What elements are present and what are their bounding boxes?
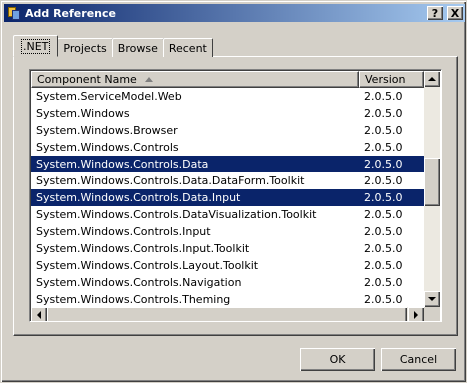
version-cell: 2.0.5.0 [364, 241, 403, 255]
window-title: Add Reference [25, 6, 116, 20]
version-cell: 2.0.5.0 [364, 225, 403, 239]
component-name-cell: System.Windows.Browser [36, 123, 178, 137]
component-name-cell: System.Windows.Controls.Data [36, 157, 209, 171]
column-header-component-name[interactable]: Component Name [31, 71, 359, 88]
version-cell: 2.0.5.0 [364, 191, 403, 205]
tab-strip: .NET Projects Browse Recent [13, 35, 213, 57]
scroll-left-button[interactable] [31, 307, 47, 321]
version-cell: 2.0.5.0 [364, 123, 403, 137]
arrow-right-icon [414, 311, 418, 319]
version-cell: 2.0.5.0 [364, 140, 403, 154]
component-name-cell: System.Windows.Controls.Theming [36, 292, 231, 306]
list-item[interactable]: System.Windows.Controls.Data.DataForm.To… [31, 172, 424, 189]
version-cell: 2.0.5.0 [364, 292, 403, 306]
vertical-scroll-thumb[interactable] [424, 158, 440, 206]
tab-recent[interactable]: Recent [162, 38, 213, 57]
component-name-cell: System.Windows.Controls.Data.DataForm.To… [36, 174, 305, 188]
cancel-button[interactable]: Cancel [381, 348, 456, 371]
component-name-cell: System.Windows.Controls.Input [36, 225, 211, 239]
list-item[interactable]: System.Windows.Controls.Navigation 2.0.5.… [31, 274, 424, 291]
list-item[interactable]: System.Windows.Controls.Data 2.0.5.0 [31, 155, 424, 173]
horizontal-scrollbar[interactable] [31, 307, 424, 321]
version-cell: 2.0.5.0 [364, 208, 403, 222]
list-item[interactable]: System.Windows.Controls.DataVisualizatio… [31, 206, 424, 223]
list-item[interactable]: System.Windows.Controls.Input.Toolkit 2.0… [31, 240, 424, 257]
arrow-up-icon [428, 77, 436, 81]
component-name-cell: System.Windows.Controls.Navigation [36, 275, 242, 289]
list-header: Component Name Version [31, 71, 424, 88]
component-name-cell: System.Windows [36, 106, 130, 120]
component-name-cell: System.Windows.Controls [36, 140, 179, 154]
references-icon [6, 5, 22, 21]
version-cell: 2.0.5.0 [364, 89, 403, 103]
scrollbar-corner [424, 307, 440, 321]
list-item[interactable]: System.ServiceModel.Web 2.0.5.0 [31, 88, 424, 105]
list-item[interactable]: System.Windows.Controls.Layout.Toolkit 2.… [31, 257, 424, 274]
list-rows: System.ServiceModel.Web 2.0.5.0 System.Win… [31, 88, 424, 307]
title-bar[interactable]: Add Reference ? X [4, 4, 465, 22]
component-name-cell: System.Windows.Controls.Input.Toolkit [36, 241, 250, 255]
help-button[interactable]: ? [427, 6, 443, 20]
tab-dotnet[interactable]: .NET [13, 35, 59, 57]
list-item[interactable]: System.Windows.Browser 2.0.5.0 [31, 122, 424, 139]
component-name-cell: System.Windows.Controls.Layout.Toolkit [36, 258, 259, 272]
component-list[interactable]: Component Name Version System.ServiceMod… [29, 69, 442, 322]
component-name-cell: System.ServiceModel.Web [36, 89, 182, 103]
vertical-scrollbar[interactable] [424, 71, 440, 307]
tab-projects[interactable]: Projects [57, 38, 113, 57]
tab-browse[interactable]: Browse [111, 38, 164, 57]
arrow-left-icon [37, 311, 41, 319]
close-button[interactable]: X [447, 6, 463, 20]
sort-ascending-icon [144, 77, 153, 82]
ok-button[interactable]: OK [300, 348, 375, 371]
scroll-up-button[interactable] [424, 71, 440, 87]
add-reference-dialog: Add Reference ? X .NET Projects Browse R… [0, 0, 467, 383]
arrow-down-icon [428, 297, 436, 301]
horizontal-scroll-thumb[interactable] [47, 307, 407, 321]
component-name-cell: System.Windows.Controls.DataVisualizatio… [36, 208, 317, 222]
list-item[interactable]: System.Windows.Controls 2.0.5.0 [31, 139, 424, 156]
version-cell: 2.0.5.0 [364, 157, 403, 171]
version-cell: 2.0.5.0 [364, 106, 403, 120]
list-item[interactable]: System.Windows.Controls.Theming 2.0.5.0 [31, 291, 424, 307]
version-cell: 2.0.5.0 [364, 174, 403, 188]
scroll-down-button[interactable] [424, 291, 440, 307]
component-name-cell: System.Windows.Controls.Data.Input [36, 191, 241, 205]
list-item[interactable]: System.Windows.Controls.Input 2.0.5.0 [31, 223, 424, 240]
column-header-version[interactable]: Version [359, 71, 424, 88]
version-cell: 2.0.5.0 [364, 275, 403, 289]
list-item[interactable]: System.Windows 2.0.5.0 [31, 105, 424, 122]
scroll-right-button[interactable] [408, 307, 424, 321]
version-cell: 2.0.5.0 [364, 258, 403, 272]
list-item[interactable]: System.Windows.Controls.Data.Input 2.0.5.… [31, 189, 424, 207]
